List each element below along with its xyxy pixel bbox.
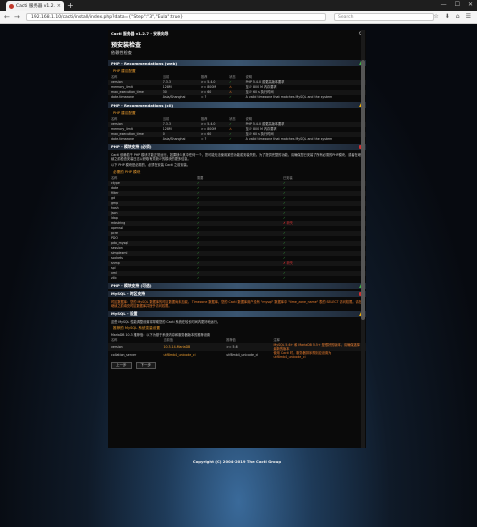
recommend-web-table: 名称 当前 推荐 状态 说明 version 7.3.3 >= 5.4.0 ✓ … [108,75,366,100]
close-tab-icon[interactable]: × [57,3,61,9]
tab-bar: Cacti 服务器 v1.2.7 - 维护检查 × + — ☐ ✕ [0,0,477,11]
cell: version [108,343,161,352]
cell: A valid timezone that matches MySQL and … [245,137,333,141]
section-title: PHP - 模块支持 (可选) [111,282,152,288]
cell: collation_server [111,352,137,357]
status-icon: ✓ [229,95,232,99]
section-recommend-cli: PHP - Recommendations (cli) [108,102,366,108]
cell: 使用 Cacti 时，服务器排序规则应设置为 utf8mb4_unicode_c… [273,351,332,360]
minimize-icon[interactable]: — [441,1,447,8]
install-panel: Cacti 服务器 v1.2.7 - 安装向导 ⟳ 预安装检查 依赖性检查 PH… [108,30,366,448]
settings-table: 名称 当前值 推荐值 注释 version 10.3.14-MariaDB >=… [108,338,366,359]
subsection-title: PHP 建议配置 [113,69,136,73]
maximize-icon[interactable]: ☐ [455,1,460,8]
section-title: PHP - Recommendations (cli) [111,102,174,108]
wizard-buttons: 上一步 下一步 [108,359,366,372]
modules-table-body: ctype ✓ ✓ date ✓ ✓ filter ✓ ✓ gd ✓ ✓ gmp ✓ ✓ hash ✓ ✓ json… [108,180,366,281]
panel-title: Cacti 服务器 v1.2.7 - 安装向导 [111,30,169,36]
panel-scrollbar[interactable] [361,30,365,448]
section-modules: PHP - 模块支持 (必须) [108,144,366,150]
browser-tab[interactable]: Cacti 服务器 v1.2.7 - 维护检查 × [6,1,64,11]
table-row: collation_server utf8mb4_unicode_ci utf8… [108,351,366,359]
new-tab-button[interactable]: + [67,1,74,10]
toolbar-icons: ☆ ⬇ ⌂ ☰ [433,13,471,21]
table-row: date.timezone Asia/Shanghai = ? ✓ A vali… [108,137,366,142]
scrollbar-thumb[interactable] [361,60,365,320]
download-icon[interactable]: ⬇ [445,13,450,21]
address-bar[interactable]: 192.168.1.10/cacti/install/index.php?dat… [26,13,326,21]
cell: Asia/Shanghai [162,137,186,141]
module-name: zlib [111,275,117,280]
section-title: PHP - Recommendations (web) [111,60,178,66]
cell: = ? [200,137,207,141]
cell: = ? [200,95,207,99]
cacti-favicon-icon [9,3,14,9]
table-row: zlib ✓ ✓ [108,276,366,281]
cell: date.timezone [111,137,135,141]
status-icon: ✓ [283,275,286,280]
table-row: date.timezone Asia/Shanghai = ? ✓ A vali… [108,95,366,100]
window-controls: — ☐ ✕ [441,1,473,8]
modules-table: 名称 需要 已安装 ctype ✓ ✓ date ✓ ✓ filter ✓ ✓ gd ✓ ✓ gmp ✓ ✓… [108,176,366,281]
subsection-title: 推荐的 MySQL 系统变量设置 [113,326,160,331]
menu-icon[interactable]: ☰ [466,13,471,21]
back-icon[interactable]: ← [4,13,10,21]
section-title: PHP - 模块支持 (必须) [111,144,152,149]
table-row: version 10.3.14-MariaDB >= 5.6 MySQL 5.6… [108,343,366,352]
cell: A valid timezone that matches MySQL and … [245,95,333,99]
bookmark-icon[interactable]: ☆ [433,13,438,21]
copyright-footer: Copyright (C) 2004-2019 The Cacti Group [192,459,282,464]
home-icon[interactable]: ⌂ [456,13,460,21]
subsection-title: 必需的 PHP 模块 [113,169,141,174]
section-mysql-settings: MySQL - 设置 [108,311,366,318]
status-icon: ✓ [197,275,200,280]
page-title: 预安装检查 [111,42,142,49]
close-window-icon[interactable]: ✕ [468,1,473,8]
cell: Asia/Shanghai [162,95,186,99]
timezone-message: 时区数据库：您的 MySQL 数据库的时区数据尚未加载。 Timezone 数据… [111,299,362,308]
section-optional-modules: PHP - 模块支持 (可选) [108,282,366,289]
cell: utf8mb4_unicode_ci [163,352,196,357]
modules-description: Cacti 依赖若干 PHP 模块才能正常运行。如果缺少其中任何一个，您可能无法… [111,153,361,162]
status-icon: ✓ [229,137,232,141]
browser-toolbar: ← → 192.168.1.10/cacti/install/index.php… [0,11,477,24]
page-subtitle: 依赖性检查 [111,50,132,55]
cell: MySQL 5.6+ 和 MariaDB 5.5+ 是很好的版本，请确保选择最新… [270,343,366,352]
section-title: MySQL - 设置 [111,311,138,317]
prev-button[interactable]: 上一步 [111,362,132,370]
section-title: MySQL - 时区支持 [111,290,146,296]
search-input[interactable]: Search [334,13,434,21]
subsection-title: PHP 建议配置 [113,111,136,115]
cell: date.timezone [111,95,135,99]
cell: utf8mb4_unicode_ci [226,352,259,357]
section-timezone: MySQL - 时区支持 [108,290,366,297]
tab-title: Cacti 服务器 v1.2.7 - 维护检查 [16,4,55,9]
cell: >= 5.6 [223,343,271,352]
next-button[interactable]: 下一步 [135,362,156,370]
forward-icon[interactable]: → [14,13,20,21]
cell: 10.3.14-MariaDB [160,343,224,352]
section-recommend-web: PHP - Recommendations (web) [108,60,366,66]
recommend-cli-table: 名称 当前 推荐 状态 说明 version 7.3.3 >= 5.4.0 ✓ … [108,117,366,142]
panel-header: Cacti 服务器 v1.2.7 - 安装向导 ⟳ [108,30,366,37]
